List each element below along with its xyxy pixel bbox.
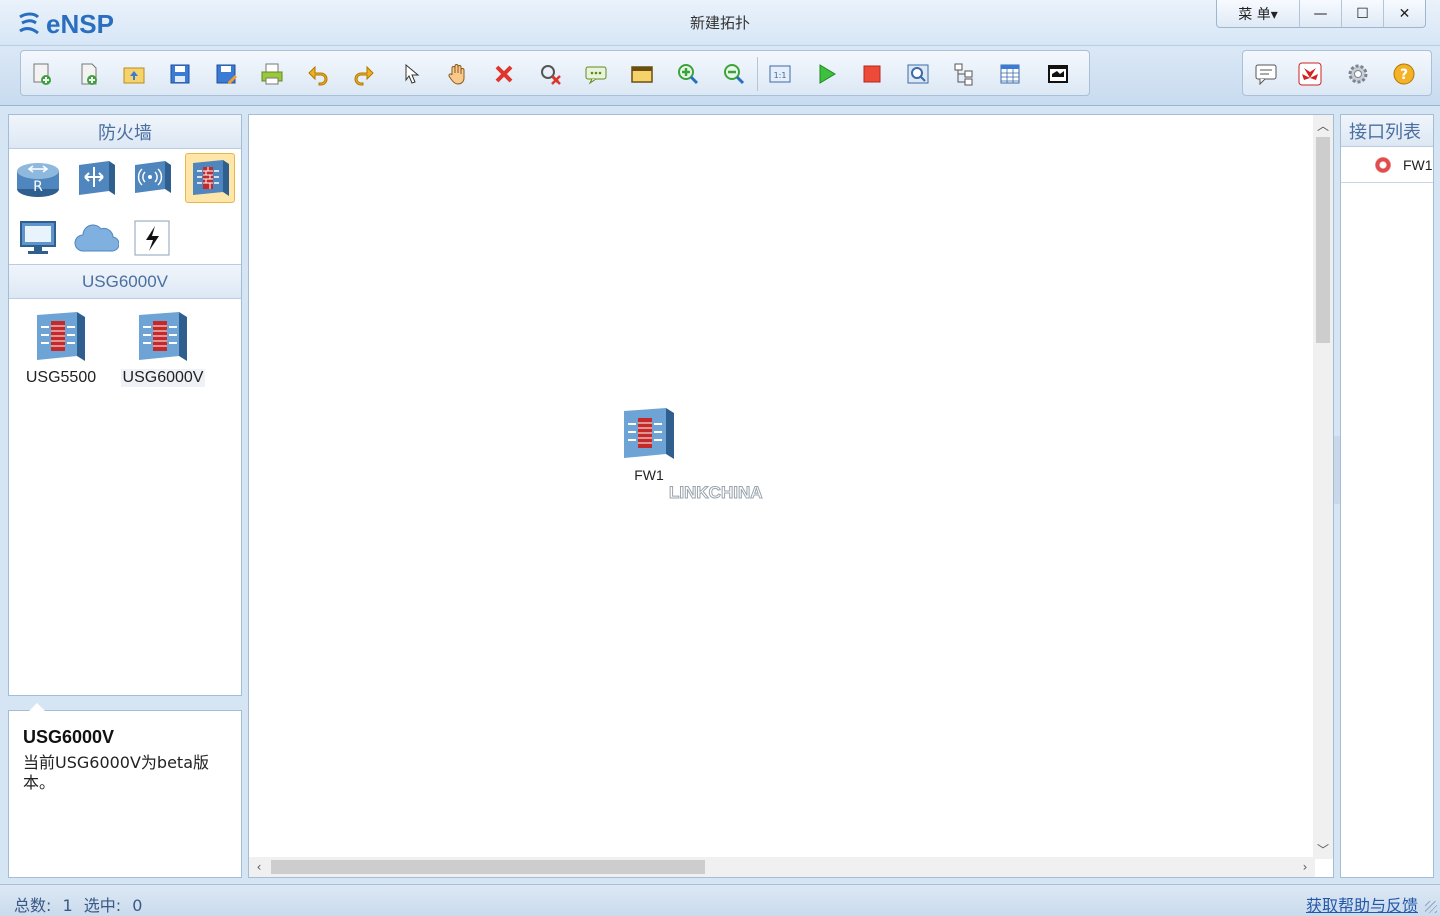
zoom-in-icon[interactable] <box>675 61 701 87</box>
interface-device-label: FW1 <box>1403 156 1433 173</box>
device-label: USG6000V <box>120 369 206 387</box>
firewall-device-icon <box>37 312 85 361</box>
start-device-icon[interactable] <box>813 61 839 87</box>
firewall-device-icon <box>139 312 187 361</box>
stop-device-icon[interactable] <box>859 61 885 87</box>
total-label: 总数: <box>14 896 52 915</box>
topology-canvas[interactable]: FW1 LINKCHINA ︿ ﹀ ‹ › <box>248 114 1334 878</box>
main-toolbar: 1:1 <box>20 50 1090 96</box>
info-description: 当前USG6000V为beta版本。 <box>23 753 210 792</box>
console-icon[interactable] <box>1045 61 1071 87</box>
redo-icon[interactable] <box>351 61 377 87</box>
settings-gear-icon[interactable] <box>1345 61 1371 87</box>
title-bar: eNSP 新建拓扑 菜 单▾ — ☐ ✕ <box>0 0 1440 46</box>
interface-list-panel: 接口列表 FW1 <box>1340 114 1434 878</box>
grid-icon[interactable] <box>997 61 1023 87</box>
interface-list-header: 接口列表 <box>1341 115 1433 147</box>
fit-view-icon[interactable]: 1:1 <box>767 61 793 87</box>
category-grid: R <box>9 149 241 265</box>
horizontal-scrollbar[interactable]: ‹ › <box>249 857 1315 877</box>
watermark-text: LINKCHINA <box>669 483 763 503</box>
status-counts: 总数: 1 选中: 0 <box>14 892 148 916</box>
close-button[interactable]: ✕ <box>1383 0 1425 27</box>
info-title: USG6000V <box>23 727 115 747</box>
device-series-header: USG6000V <box>9 265 241 299</box>
router-category-icon[interactable]: R <box>13 153 63 203</box>
scroll-left-icon[interactable]: ‹ <box>249 857 269 877</box>
wireless-category-icon[interactable] <box>127 153 177 203</box>
status-bar: 总数: 1 选中: 0 获取帮助与反馈 <box>0 884 1440 916</box>
cloud-category-icon[interactable] <box>71 213 121 263</box>
minimize-button[interactable]: — <box>1299 0 1341 27</box>
toolbar-area: 1:1 ? <box>0 46 1440 106</box>
selected-label: 选中: <box>83 896 122 915</box>
device-info-panel: USG6000V 当前USG6000V为beta版本。 <box>8 703 242 878</box>
device-label: USG5500 <box>25 369 97 386</box>
help-icon[interactable]: ? <box>1391 61 1417 87</box>
undo-icon[interactable] <box>305 61 331 87</box>
device-item-usg5500[interactable]: USG5500 <box>13 309 109 387</box>
firewall-device-icon <box>624 408 674 459</box>
zoom-out-icon[interactable] <box>721 61 747 87</box>
selected-value: 0 <box>132 896 143 915</box>
new-topology-icon[interactable] <box>29 61 55 87</box>
other-device-category-icon[interactable] <box>127 213 177 263</box>
switch-category-icon[interactable] <box>71 153 121 203</box>
save-icon[interactable] <box>167 61 193 87</box>
interface-row-fw1[interactable]: FW1 <box>1341 147 1433 183</box>
help-feedback-link[interactable]: 获取帮助与反馈 <box>1306 892 1418 916</box>
scroll-right-icon[interactable]: › <box>1295 857 1315 877</box>
scroll-up-icon[interactable]: ︿ <box>1313 115 1333 135</box>
palette-icon[interactable] <box>629 61 655 87</box>
vertical-scrollbar[interactable]: ︿ ﹀ <box>1313 115 1333 859</box>
add-text-icon[interactable] <box>583 61 609 87</box>
select-pointer-icon[interactable] <box>399 61 425 87</box>
device-item-usg6000v[interactable]: USG6000V <box>115 309 211 387</box>
vertical-scroll-thumb[interactable] <box>1316 137 1330 343</box>
right-toolbar: ? <box>1242 50 1432 96</box>
node-label: FW1 <box>634 467 664 483</box>
main-menu-button[interactable]: 菜 单▾ <box>1217 0 1299 27</box>
comment-icon[interactable] <box>1253 61 1279 87</box>
svg-text:?: ? <box>1400 67 1408 83</box>
window-controls: 菜 单▾ — ☐ ✕ <box>1216 0 1426 28</box>
save-as-icon[interactable] <box>213 61 239 87</box>
svg-text:1:1: 1:1 <box>774 71 787 80</box>
open-icon[interactable] <box>121 61 147 87</box>
huawei-icon[interactable] <box>1297 61 1323 87</box>
delete-link-icon[interactable] <box>537 61 563 87</box>
device-list: USG5500 USG6000V <box>9 299 241 695</box>
toolbar-separator <box>757 57 758 91</box>
capture-icon[interactable] <box>905 61 931 87</box>
new-blank-icon[interactable] <box>75 61 101 87</box>
firewall-category-icon[interactable] <box>185 153 235 203</box>
category-header: 防火墙 <box>9 115 241 149</box>
delete-icon[interactable] <box>491 61 517 87</box>
svg-text:R: R <box>33 179 43 195</box>
horizontal-scroll-thumb[interactable] <box>271 860 705 874</box>
topology-node-fw1[interactable]: FW1 <box>617 405 681 483</box>
maximize-button[interactable]: ☐ <box>1341 0 1383 27</box>
topology-icon[interactable] <box>951 61 977 87</box>
status-stopped-icon <box>1375 156 1391 173</box>
pan-hand-icon[interactable] <box>445 61 471 87</box>
info-pointer <box>29 703 45 711</box>
pc-category-icon[interactable] <box>13 213 63 263</box>
scroll-down-icon[interactable]: ﹀ <box>1313 839 1333 859</box>
total-value: 1 <box>62 896 73 915</box>
print-icon[interactable] <box>259 61 285 87</box>
device-palette: 防火墙 R USG6000V USG5500 USG6000V <box>8 114 242 696</box>
resize-grip-icon[interactable] <box>1425 901 1437 913</box>
